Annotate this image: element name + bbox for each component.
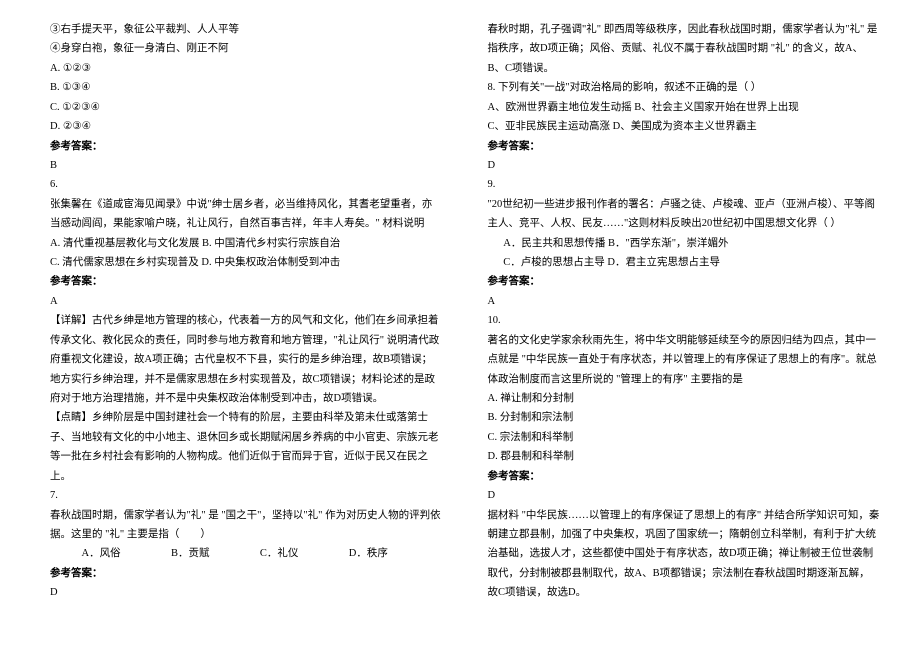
q7-opt-c: C．礼仪 — [244, 544, 298, 563]
q5-choice-d: D. ②③④ — [50, 117, 443, 136]
q5-opt4: ④身穿白袍，象征一身清白、刚正不阿 — [50, 39, 443, 58]
q8-stem: 8. 下列有关"一战"对政治格局的影响，叙述不正确的是（ ） — [488, 78, 881, 97]
answer-9: A — [488, 292, 881, 311]
q10-opt-a: A. 禅让制和分封制 — [488, 389, 881, 408]
q5-choice-c: C. ①②③④ — [50, 98, 443, 117]
q10-number: 10. — [488, 311, 881, 330]
answer-8: D — [488, 156, 881, 175]
q6-stem: 张集馨在《道咸宦海见闻录》中说"绅士居乡者，必当维持风化，其耆老望重者，亦当感动… — [50, 195, 443, 234]
q6-options-row1: A. 清代重视基层教化与文化发展 B. 中国清代乡村实行宗族自治 — [50, 234, 443, 253]
q9-stem: "20世纪初一些进步报刊作者的署名：卢骚之徒、卢梭魂、亚卢（亚洲卢梭）、平等阁主… — [488, 195, 881, 234]
answer-label-10: 参考答案： — [488, 467, 881, 486]
answer-label-8: 参考答案： — [488, 137, 881, 156]
q6-options-row2: C. 清代儒家思想在乡村实现普及 D. 中央集权政治体制受到冲击 — [50, 253, 443, 272]
q7-number: 7. — [50, 486, 443, 505]
q6-number: 6. — [50, 175, 443, 194]
q6-explanation-detail: 【详解】古代乡绅是地方管理的核心，代表着一方的风气和文化，他们在乡间承担着传承文… — [50, 311, 443, 408]
q10-stem: 著名的文化史学家余秋雨先生，将中华文明能够延续至今的原因归结为四点，其中一点就是… — [488, 331, 881, 389]
answer-6: A — [50, 292, 443, 311]
q5-choice-a: A. ①②③ — [50, 59, 443, 78]
q9-options-row1: A．民主共和思想传播 B．"西学东渐"，崇洋媚外 — [488, 234, 881, 253]
q5-choice-b: B. ①③④ — [50, 78, 443, 97]
answer-7: D — [50, 583, 443, 602]
q7-opt-a: A．风俗 — [66, 544, 121, 563]
answer-label-5: 参考答案： — [50, 137, 443, 156]
q7-opt-d: D．秩序 — [333, 544, 388, 563]
q6-explanation-tip: 【点睛】乡绅阶层是中国封建社会一个特有的阶层，主要由科举及第未仕或落第士子、当地… — [50, 408, 443, 486]
q10-opt-d: D. 郡县制和科举制 — [488, 447, 881, 466]
q5-opt3: ③右手提天平，象征公平裁判、人人平等 — [50, 20, 443, 39]
q9-options-row2: C．卢梭的思想占主导 D．君主立宪思想占主导 — [488, 253, 881, 272]
q7-options: A．风俗 B．贡赋 C．礼仪 D．秩序 — [50, 544, 443, 563]
q10-opt-b: B. 分封制和宗法制 — [488, 408, 881, 427]
q7-explanation: 春秋时期，孔子强调"礼" 即西周等级秩序，因此春秋战国时期，儒家学者认为"礼" … — [488, 20, 881, 78]
answer-label-6: 参考答案： — [50, 272, 443, 291]
q10-explanation-a: 据材料 "中华民族……以管理上的有序保证了思想上的有序" 并结合所学知识可知，秦… — [488, 506, 881, 603]
q10-opt-c: C. 宗法制和科举制 — [488, 428, 881, 447]
q7-opt-b: B．贡赋 — [155, 544, 209, 563]
q9-number: 9. — [488, 175, 881, 194]
q8-options-row1: A、欧洲世界霸主地位发生动摇 B、社会主义国家开始在世界上出现 — [488, 98, 881, 117]
q7-stem: 春秋战国时期，儒家学者认为"礼" 是 "国之干"，坚持以"礼" 作为对历史人物的… — [50, 506, 443, 545]
answer-label-9: 参考答案： — [488, 272, 881, 291]
answer-10: D — [488, 486, 881, 505]
q8-options-row2: C、亚非民族民主运动高涨 D、美国成为资本主义世界霸主 — [488, 117, 881, 136]
answer-5: B — [50, 156, 443, 175]
answer-label-7: 参考答案： — [50, 564, 443, 583]
